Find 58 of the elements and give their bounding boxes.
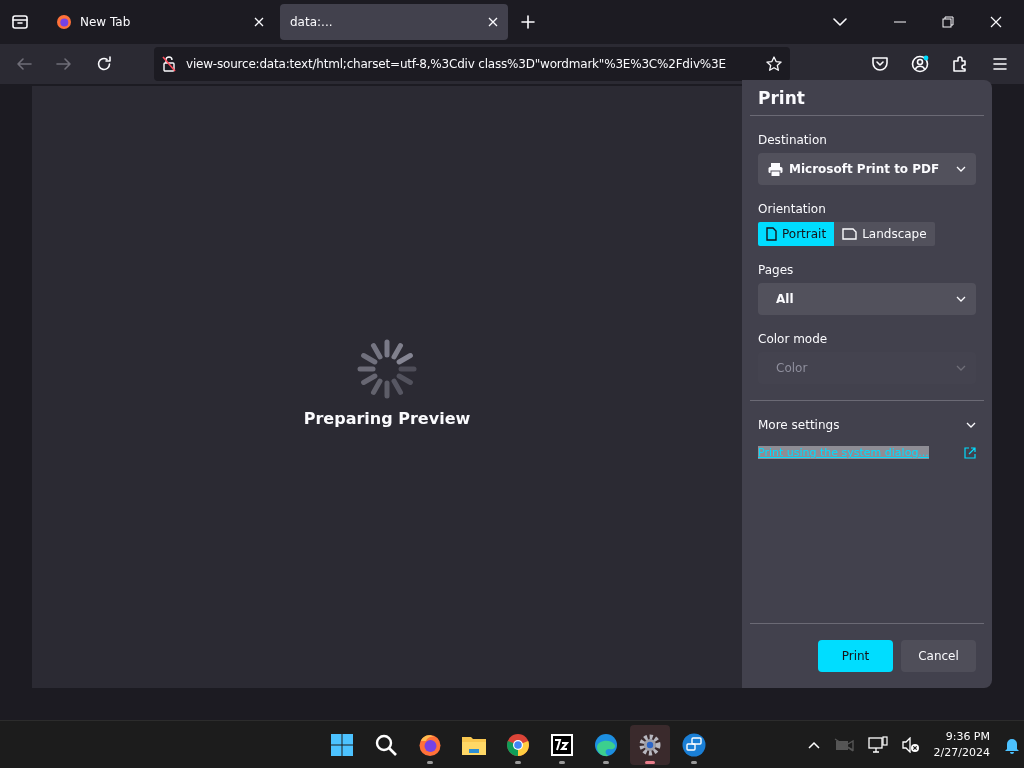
account-icon[interactable] xyxy=(911,55,929,73)
close-icon[interactable] xyxy=(254,17,264,27)
portrait-page-icon xyxy=(766,227,777,241)
fox-globe-icon xyxy=(56,14,72,30)
cancel-button[interactable]: Cancel xyxy=(901,640,976,672)
chrome-icon xyxy=(506,732,530,757)
edge-icon xyxy=(594,732,618,757)
close-window-icon[interactable] xyxy=(990,16,1002,28)
browser-tab[interactable]: New Tab xyxy=(46,4,274,40)
orientation-option[interactable]: Portrait xyxy=(758,222,835,246)
new-tab-icon[interactable] xyxy=(521,15,535,29)
more-settings-toggle[interactable]: More settings xyxy=(750,401,984,438)
taskbar-app[interactable] xyxy=(630,724,670,765)
reload-icon[interactable] xyxy=(96,56,112,72)
broken-lock-icon xyxy=(162,56,176,72)
list-tabs-icon[interactable] xyxy=(833,18,847,26)
orientation-option[interactable]: Landscape xyxy=(834,222,935,246)
clock-time: 9:36 PM xyxy=(945,728,990,745)
pages-dropdown[interactable]: All xyxy=(758,283,976,315)
preview-status-text: Preparing Preview xyxy=(303,408,471,428)
chevron-down-icon xyxy=(966,422,976,428)
forward-icon[interactable] xyxy=(56,57,72,71)
field-label: Destination xyxy=(757,132,828,149)
destination-dropdown[interactable]: Microsoft Print to PDF xyxy=(758,153,976,185)
pocket-icon[interactable] xyxy=(872,57,888,71)
speaker-muted-icon[interactable] xyxy=(901,736,920,753)
taskbar-clock[interactable]: 9:36 PM 2/27/2024 xyxy=(933,728,990,761)
star-icon[interactable] xyxy=(766,56,782,72)
more-settings-label: More settings xyxy=(758,418,840,432)
extensions-icon[interactable] xyxy=(952,56,968,72)
clock-date: 2/27/2024 xyxy=(933,744,990,761)
gear-icon xyxy=(638,732,662,757)
address-bar[interactable]: view-source:data:text/html;charset=utf-8,%3Cdiv class%3D"wordmark"%3E%3C%2Fdiv%3E xyxy=(154,47,790,81)
print-button[interactable]: Print xyxy=(818,640,893,672)
search-icon xyxy=(374,732,398,757)
chevron-down-icon xyxy=(956,296,966,302)
panel-title: Print xyxy=(750,80,984,116)
landscape-page-icon xyxy=(842,228,858,240)
external-link-icon xyxy=(964,446,976,459)
browser-tab[interactable]: data:... xyxy=(280,4,508,40)
field-label: Color mode xyxy=(757,331,829,348)
menu-icon[interactable] xyxy=(993,58,1007,70)
field-label: Pages xyxy=(757,262,795,279)
windows-icon xyxy=(330,732,354,757)
printer-icon xyxy=(768,161,783,177)
back-icon[interactable] xyxy=(16,57,32,71)
chevron-up-icon[interactable] xyxy=(807,740,820,749)
tab-overview-icon[interactable] xyxy=(11,13,29,31)
chevron-down-icon xyxy=(956,365,966,371)
chat-bubbles-icon xyxy=(682,732,706,757)
close-icon[interactable] xyxy=(488,17,498,27)
field-label: Orientation xyxy=(757,201,827,218)
chevron-down-icon xyxy=(956,166,966,172)
restore-icon[interactable] xyxy=(942,16,954,28)
fox-globe-icon xyxy=(418,732,442,757)
network-monitor-icon[interactable] xyxy=(867,735,888,754)
archive-icon xyxy=(550,732,574,757)
loading-spinner-icon xyxy=(357,338,417,399)
